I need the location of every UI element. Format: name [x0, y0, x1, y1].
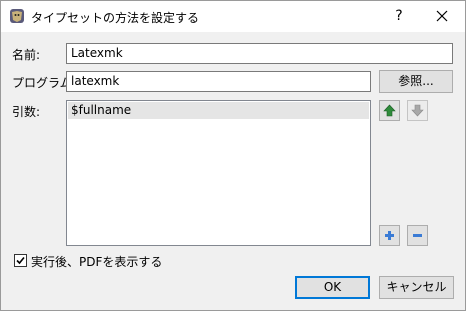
minus-icon	[413, 234, 422, 237]
ok-button[interactable]: OK	[295, 276, 370, 299]
arguments-label: 引数:	[12, 105, 41, 119]
remove-argument-button[interactable]	[407, 225, 428, 246]
name-label: 名前:	[12, 48, 41, 62]
close-icon[interactable]	[419, 1, 465, 32]
configure-typesetting-dialog: タイプセットの方法を設定する ? 名前: Latexmk プログラム: late…	[0, 0, 466, 311]
help-button[interactable]: ?	[379, 1, 419, 32]
title-bar: タイプセットの方法を設定する ?	[1, 1, 465, 32]
move-down-button[interactable]	[407, 100, 428, 121]
arrow-up-icon	[383, 104, 396, 117]
list-item[interactable]: $fullname	[68, 102, 369, 119]
cancel-button[interactable]: キャンセル	[379, 276, 454, 299]
texworks-lion-icon	[10, 9, 24, 23]
arguments-list[interactable]: $fullname	[66, 100, 371, 246]
name-input[interactable]: Latexmk	[66, 43, 453, 64]
arrow-down-icon	[411, 104, 424, 117]
browse-button[interactable]: 参照...	[379, 70, 453, 93]
show-pdf-checkbox[interactable]	[14, 254, 27, 267]
program-input[interactable]: latexmk	[66, 71, 371, 92]
checkmark-icon	[16, 256, 25, 265]
plus-icon	[385, 231, 394, 240]
window-title: タイプセットの方法を設定する	[31, 11, 200, 25]
move-up-button[interactable]	[379, 100, 400, 121]
add-argument-button[interactable]	[379, 225, 400, 246]
show-pdf-label[interactable]: 実行後、PDFを表示する	[31, 253, 162, 270]
